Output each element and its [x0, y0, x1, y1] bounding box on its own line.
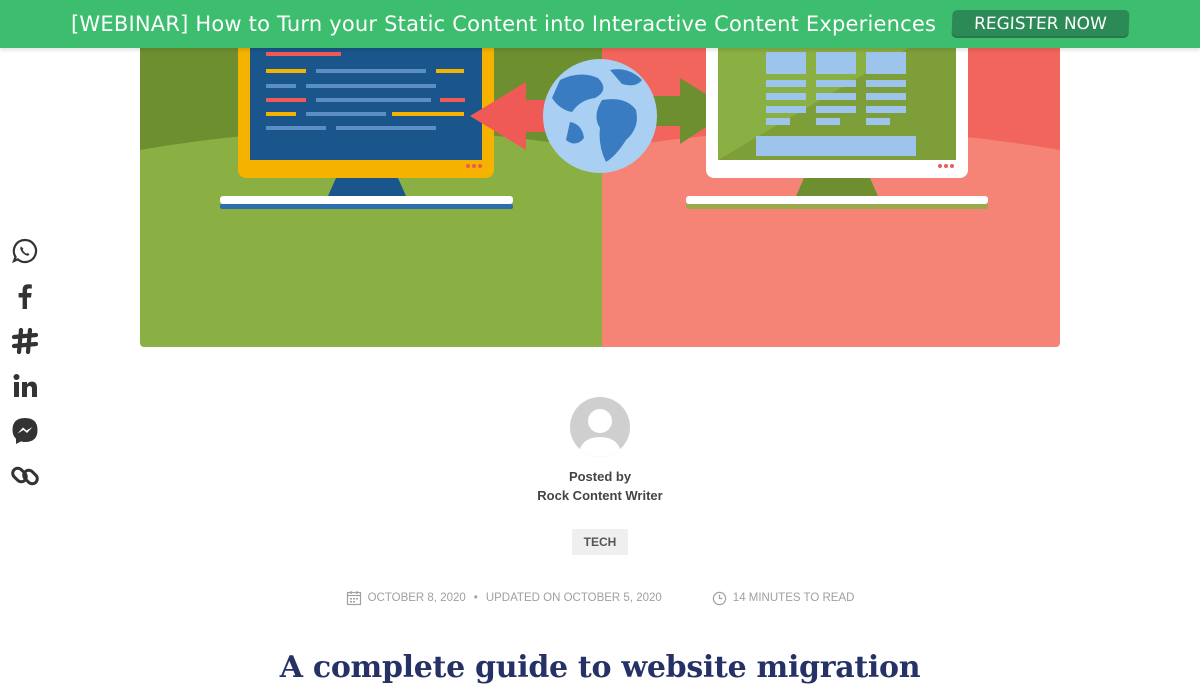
messenger-share-button[interactable] — [8, 414, 42, 448]
messenger-icon — [12, 418, 38, 444]
linkedin-icon — [13, 374, 37, 397]
post-meta: OCTOBER 8, 2020 • UPDATED ON OCTOBER 5, … — [0, 590, 1200, 606]
author-avatar[interactable] — [570, 397, 630, 457]
facebook-share-button[interactable] — [8, 279, 42, 313]
migration-illustration — [140, 0, 1060, 347]
posted-by-label: Posted by — [568, 469, 632, 484]
whatsapp-share-button[interactable] — [8, 234, 42, 268]
updated-date-text: UPDATED ON OCTOBER 5, 2020 — [485, 592, 662, 604]
whatsapp-icon — [11, 238, 38, 264]
hero-illustration — [140, 0, 1060, 347]
read-time: 14 MINUTES TO READ — [712, 591, 855, 606]
linkedin-share-button[interactable] — [8, 369, 42, 403]
calendar-icon — [346, 591, 361, 606]
slack-share-button[interactable] — [8, 324, 42, 358]
meta-separator: • — [473, 592, 478, 604]
register-now-button[interactable]: REGISTER NOW — [951, 10, 1130, 38]
clock-icon — [712, 591, 726, 605]
banner-text[interactable]: [WEBINAR] How to Turn your Static Conten… — [71, 12, 936, 36]
share-sidebar — [8, 234, 42, 504]
publish-date: OCTOBER 8, 2020 — [346, 590, 466, 606]
article-title: A complete guide to website migration — [279, 650, 921, 685]
author-name-link[interactable]: Rock Content Writer — [0, 488, 1200, 503]
category-tag[interactable]: TECH — [572, 529, 628, 555]
webinar-banner[interactable]: [WEBINAR] How to Turn your Static Conten… — [0, 0, 1200, 48]
slack-icon — [11, 327, 39, 355]
facebook-icon — [18, 284, 32, 309]
user-placeholder-icon — [578, 409, 622, 457]
publish-date-text: OCTOBER 8, 2020 — [367, 592, 466, 604]
read-time-text: 14 MINUTES TO READ — [732, 592, 855, 604]
